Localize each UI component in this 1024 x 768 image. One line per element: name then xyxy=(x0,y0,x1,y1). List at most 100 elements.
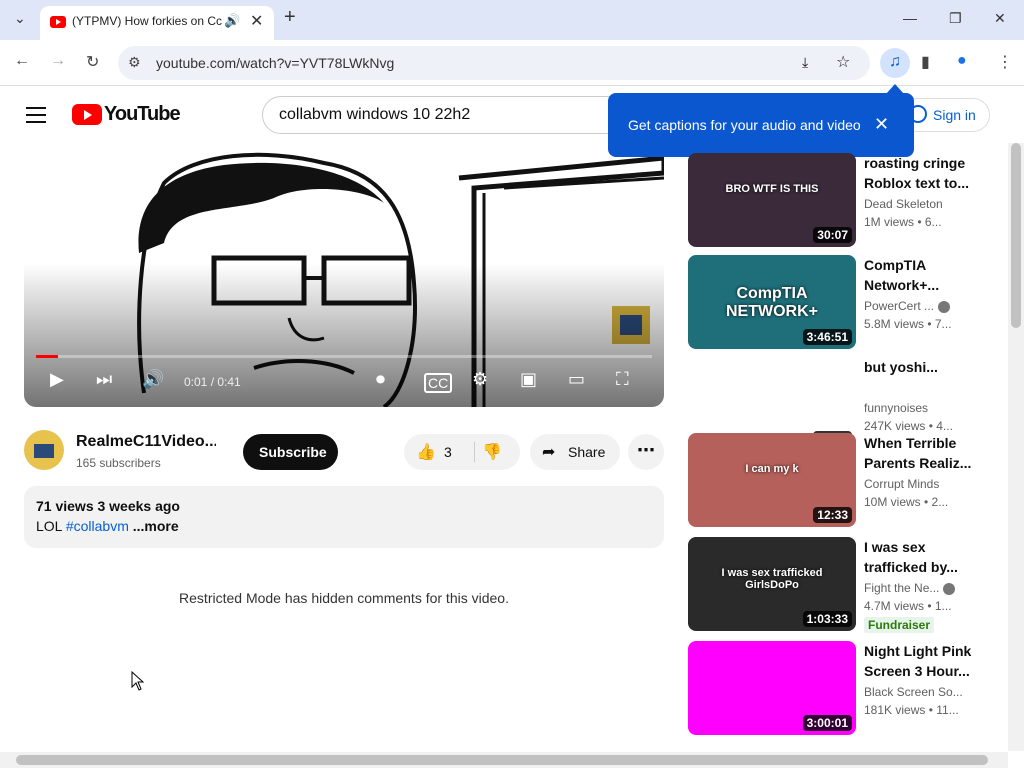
video-player[interactable]: ▶ ⏭ 🔊 0:01 / 0:41 ⏺ CC ⚙ ▣ ▭ ⛶ xyxy=(24,143,664,407)
horizontal-scroll-thumb[interactable] xyxy=(16,755,988,765)
sign-in-label: Sign in xyxy=(933,107,976,123)
video-channel[interactable]: Black Screen So... xyxy=(864,685,974,699)
install-app-icon[interactable]: ⤓ xyxy=(802,54,808,71)
youtube-favicon-icon xyxy=(50,16,66,28)
tab-title: (YTPMV) How forkies on Cc xyxy=(72,14,223,28)
theater-mode-icon[interactable]: ▭ xyxy=(568,369,585,390)
channel-name[interactable]: RealmeC11Video... xyxy=(76,433,216,451)
video-thumbnail[interactable]: 3:00:01 xyxy=(688,641,856,735)
fundraiser-badge: Fundraiser xyxy=(864,617,935,633)
related-video-item[interactable]: BRO WTF IS THIS 30:07 roasting cringe Robl… xyxy=(688,153,988,247)
guide-menu-icon[interactable] xyxy=(26,107,46,123)
address-bar[interactable]: ⚙ youtube.com/watch?v=YVT78LWkNvg ⤓ ☆ xyxy=(118,46,870,80)
video-channel-name: funnynoises xyxy=(864,401,929,415)
thumbnail-caption: I can my k xyxy=(745,463,799,475)
progress-bar[interactable] xyxy=(36,355,652,358)
volume-icon[interactable]: 🔊 xyxy=(142,369,164,390)
description-body: LOL xyxy=(36,518,62,534)
next-icon[interactable]: ⏭ xyxy=(96,369,112,390)
description-box[interactable]: 71 views 3 weeks ago LOL #collabvm ...mo… xyxy=(24,486,664,548)
related-video-item[interactable]: CompTIA NETWORK+ 3:46:51 CompTIA Network+.… xyxy=(688,255,988,349)
verified-check-icon xyxy=(943,582,956,595)
fullscreen-icon[interactable]: ⛶ xyxy=(616,369,629,390)
verified-check-icon xyxy=(938,300,951,313)
new-tab-button[interactable]: + xyxy=(284,6,296,29)
like-dislike-bar: 👍 3 👎 xyxy=(404,434,520,470)
settings-gear-icon[interactable]: ⚙ xyxy=(472,369,488,390)
related-video-item[interactable]: 3:00:01 Night Light Pink Screen 3 Hour...… xyxy=(688,641,988,735)
video-stats: 10M views • 2... xyxy=(864,495,949,509)
site-info-icon[interactable]: ⚙ xyxy=(128,54,141,71)
video-title[interactable]: Night Light Pink Screen 3 Hour... xyxy=(864,641,974,681)
thumbnail-caption: I was sex trafficked GirlsDoPo xyxy=(721,567,823,591)
video-stats: 4.7M views • 1... xyxy=(864,599,952,613)
video-title[interactable]: roasting cringe Roblox text to... xyxy=(864,153,974,193)
close-popup-icon[interactable]: ✕ xyxy=(874,114,889,135)
video-title[interactable]: When Terrible Parents Realiz... xyxy=(864,433,974,473)
mouse-cursor-icon xyxy=(131,671,145,691)
video-channel-name: Dead Skeleton xyxy=(864,197,943,211)
video-channel[interactable]: Corrupt Minds xyxy=(864,477,974,491)
video-thumbnail[interactable]: BRO WTF IS THIS 30:07 xyxy=(688,153,856,247)
minimize-icon[interactable]: — xyxy=(903,10,917,26)
youtube-logo-icon[interactable] xyxy=(72,104,102,125)
video-thumbnail[interactable]: I can my k 12:33 xyxy=(688,433,856,527)
audio-playing-icon[interactable]: 🔊 xyxy=(224,13,240,29)
hashtag-link[interactable]: #collabvm xyxy=(66,518,129,534)
video-duration: 1:03:33 xyxy=(802,611,852,627)
more-actions-button[interactable]: ⋯ xyxy=(628,434,664,470)
video-channel[interactable]: funnynoises xyxy=(864,401,974,415)
tab-search-chevron-icon[interactable]: ⌄ xyxy=(14,10,26,27)
play-icon[interactable]: ▶ xyxy=(50,369,64,390)
video-title[interactable]: but yoshi... xyxy=(864,357,974,377)
close-window-icon[interactable]: ✕ xyxy=(994,10,1006,27)
channel-avatar[interactable] xyxy=(24,430,64,470)
video-stats: 5.8M views • 7... xyxy=(864,317,952,331)
video-title[interactable]: I was sex trafficked by... xyxy=(864,537,974,577)
browser-menu-icon[interactable]: ⋮ xyxy=(997,52,1013,72)
tab-close-icon[interactable]: ✕ xyxy=(250,11,263,31)
video-stats: 1M views • 6... xyxy=(864,215,942,229)
video-stats: 247K views • 4... xyxy=(864,419,953,433)
captions-icon[interactable]: CC xyxy=(424,373,453,393)
video-channel[interactable]: PowerCert ... xyxy=(864,299,974,313)
bookmark-star-icon[interactable]: ☆ xyxy=(836,52,850,72)
media-controls-icon[interactable]: ♫ xyxy=(880,48,910,78)
video-duration: 30:07 xyxy=(813,227,852,243)
video-channel-name: Black Screen So... xyxy=(864,685,963,699)
vertical-scroll-thumb[interactable] xyxy=(1011,143,1021,328)
share-button[interactable]: ➦ Share xyxy=(530,434,620,470)
horizontal-scrollbar[interactable] xyxy=(0,752,1008,768)
related-video-item[interactable]: I can my k 12:33 When Terrible Parents Rea… xyxy=(688,433,988,527)
views-and-date: 71 views 3 weeks ago xyxy=(36,498,180,514)
video-thumbnail[interactable]: I was sex trafficked GirlsDoPo 1:03:33 xyxy=(688,537,856,631)
dislike-thumb-icon[interactable]: 👎 xyxy=(482,442,502,462)
video-duration: 3:00:01 xyxy=(802,715,852,731)
miniplayer-icon[interactable]: ▣ xyxy=(520,369,537,390)
video-duration: 12:33 xyxy=(813,507,852,523)
vertical-scrollbar[interactable] xyxy=(1008,143,1024,751)
back-icon[interactable]: ← xyxy=(14,52,30,70)
autoplay-toggle-icon[interactable]: ⏺ xyxy=(376,369,385,390)
youtube-logo-text[interactable]: YouTube xyxy=(104,103,181,126)
video-stats: 181K views • 11... xyxy=(864,703,959,717)
video-channel[interactable]: Fight the Ne... xyxy=(864,581,974,595)
forward-icon[interactable]: → xyxy=(50,52,66,70)
video-title[interactable]: CompTIA Network+... xyxy=(864,255,974,295)
subscribe-button[interactable]: Subscribe xyxy=(243,434,338,470)
like-count: 3 xyxy=(444,444,452,460)
restore-icon[interactable]: ❐ xyxy=(949,10,962,27)
like-thumb-icon[interactable]: 👍 xyxy=(416,442,436,462)
thumbnail-caption: CompTIA NETWORK+ xyxy=(726,285,818,320)
profile-icon[interactable]: ● xyxy=(957,52,967,70)
show-more-link[interactable]: ...more xyxy=(133,518,179,534)
reload-icon[interactable]: ↻ xyxy=(86,52,99,72)
search-input[interactable]: collabvm windows 10 22h2 xyxy=(262,96,622,134)
side-panel-icon[interactable]: ▮ xyxy=(921,52,930,72)
url-text: youtube.com/watch?v=YVT78LWkNvg xyxy=(156,55,395,71)
video-channel-name: PowerCert ... xyxy=(864,299,935,313)
video-thumbnail[interactable]: CompTIA NETWORK+ 3:46:51 xyxy=(688,255,856,349)
video-channel[interactable]: Dead Skeleton xyxy=(864,197,974,211)
browser-tab[interactable]: (YTPMV) How forkies on Cc 🔊 ✕ xyxy=(40,6,274,40)
related-video-item[interactable]: I was sex trafficked GirlsDoPo 1:03:33 I w… xyxy=(688,537,988,633)
